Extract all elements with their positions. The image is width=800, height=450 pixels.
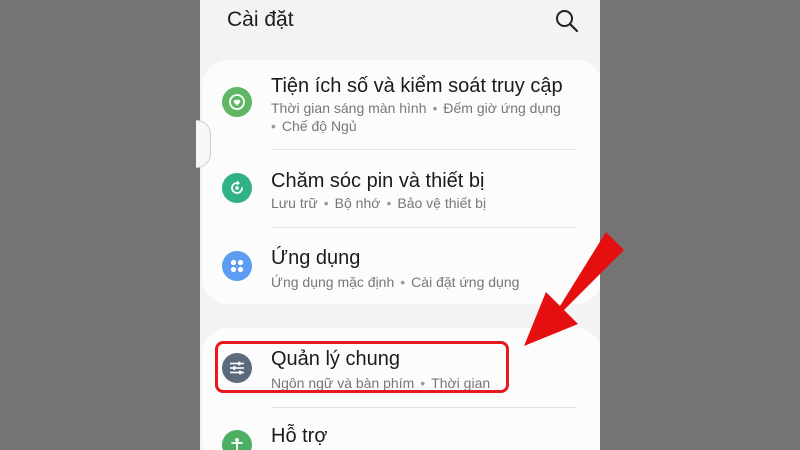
subtitle-separator: • (432, 100, 438, 116)
subtitle-part: Lưu trữ (271, 195, 318, 211)
refresh-circle-icon (222, 173, 252, 203)
subtitle-part: Chế độ Ngủ (281, 118, 357, 134)
heart-circle-icon (222, 87, 252, 117)
red-arrow-annotation (524, 232, 624, 346)
settings-item-support[interactable]: Hỗ trợ (202, 408, 600, 450)
settings-header: Cài đặt (200, 0, 600, 44)
item-title: Ứng dụng (271, 247, 361, 269)
subtitle-part: Bảo vệ thiết bị (397, 195, 487, 211)
subtitle-separator: • (323, 195, 329, 211)
item-title: Hỗ trợ (271, 425, 328, 447)
subtitle-separator: • (271, 118, 276, 134)
apps-grid-icon (222, 251, 252, 281)
highlight-box (215, 341, 509, 393)
subtitle-part: Bộ nhớ (334, 195, 381, 211)
item-title: Chăm sóc pin và thiết bị (271, 170, 485, 192)
subtitle-part: Thời gian sáng màn hình (271, 100, 427, 116)
subtitle-separator: • (386, 195, 392, 211)
item-title: Tiện ích số và kiểm soát truy cập (271, 75, 563, 97)
page-title: Cài đặt (227, 8, 294, 31)
subtitle-separator: • (400, 274, 406, 290)
item-subtitle: Thời gian sáng màn hình • Đếm giờ ứng dụng… (271, 99, 589, 135)
person-help-icon (222, 430, 252, 450)
subtitle-part: Ứng dụng mặc định (271, 274, 395, 290)
item-subtitle: Lưu trữ • Bộ nhớ • Bảo vệ thiết bị (271, 194, 589, 212)
search-icon (556, 10, 579, 33)
settings-item-digital-wellbeing[interactable]: Tiện ích số và kiểm soát truy cập Thời g… (202, 60, 600, 150)
settings-item-battery-device-care[interactable]: Chăm sóc pin và thiết bị Lưu trữ • Bộ nhớ •… (202, 150, 600, 228)
search-button[interactable] (554, 8, 580, 34)
edge-panel-handle[interactable] (196, 120, 211, 168)
subtitle-part: Đếm giờ ứng dụng (443, 100, 561, 116)
subtitle-part: Cài đặt ứng dụng (411, 274, 520, 290)
